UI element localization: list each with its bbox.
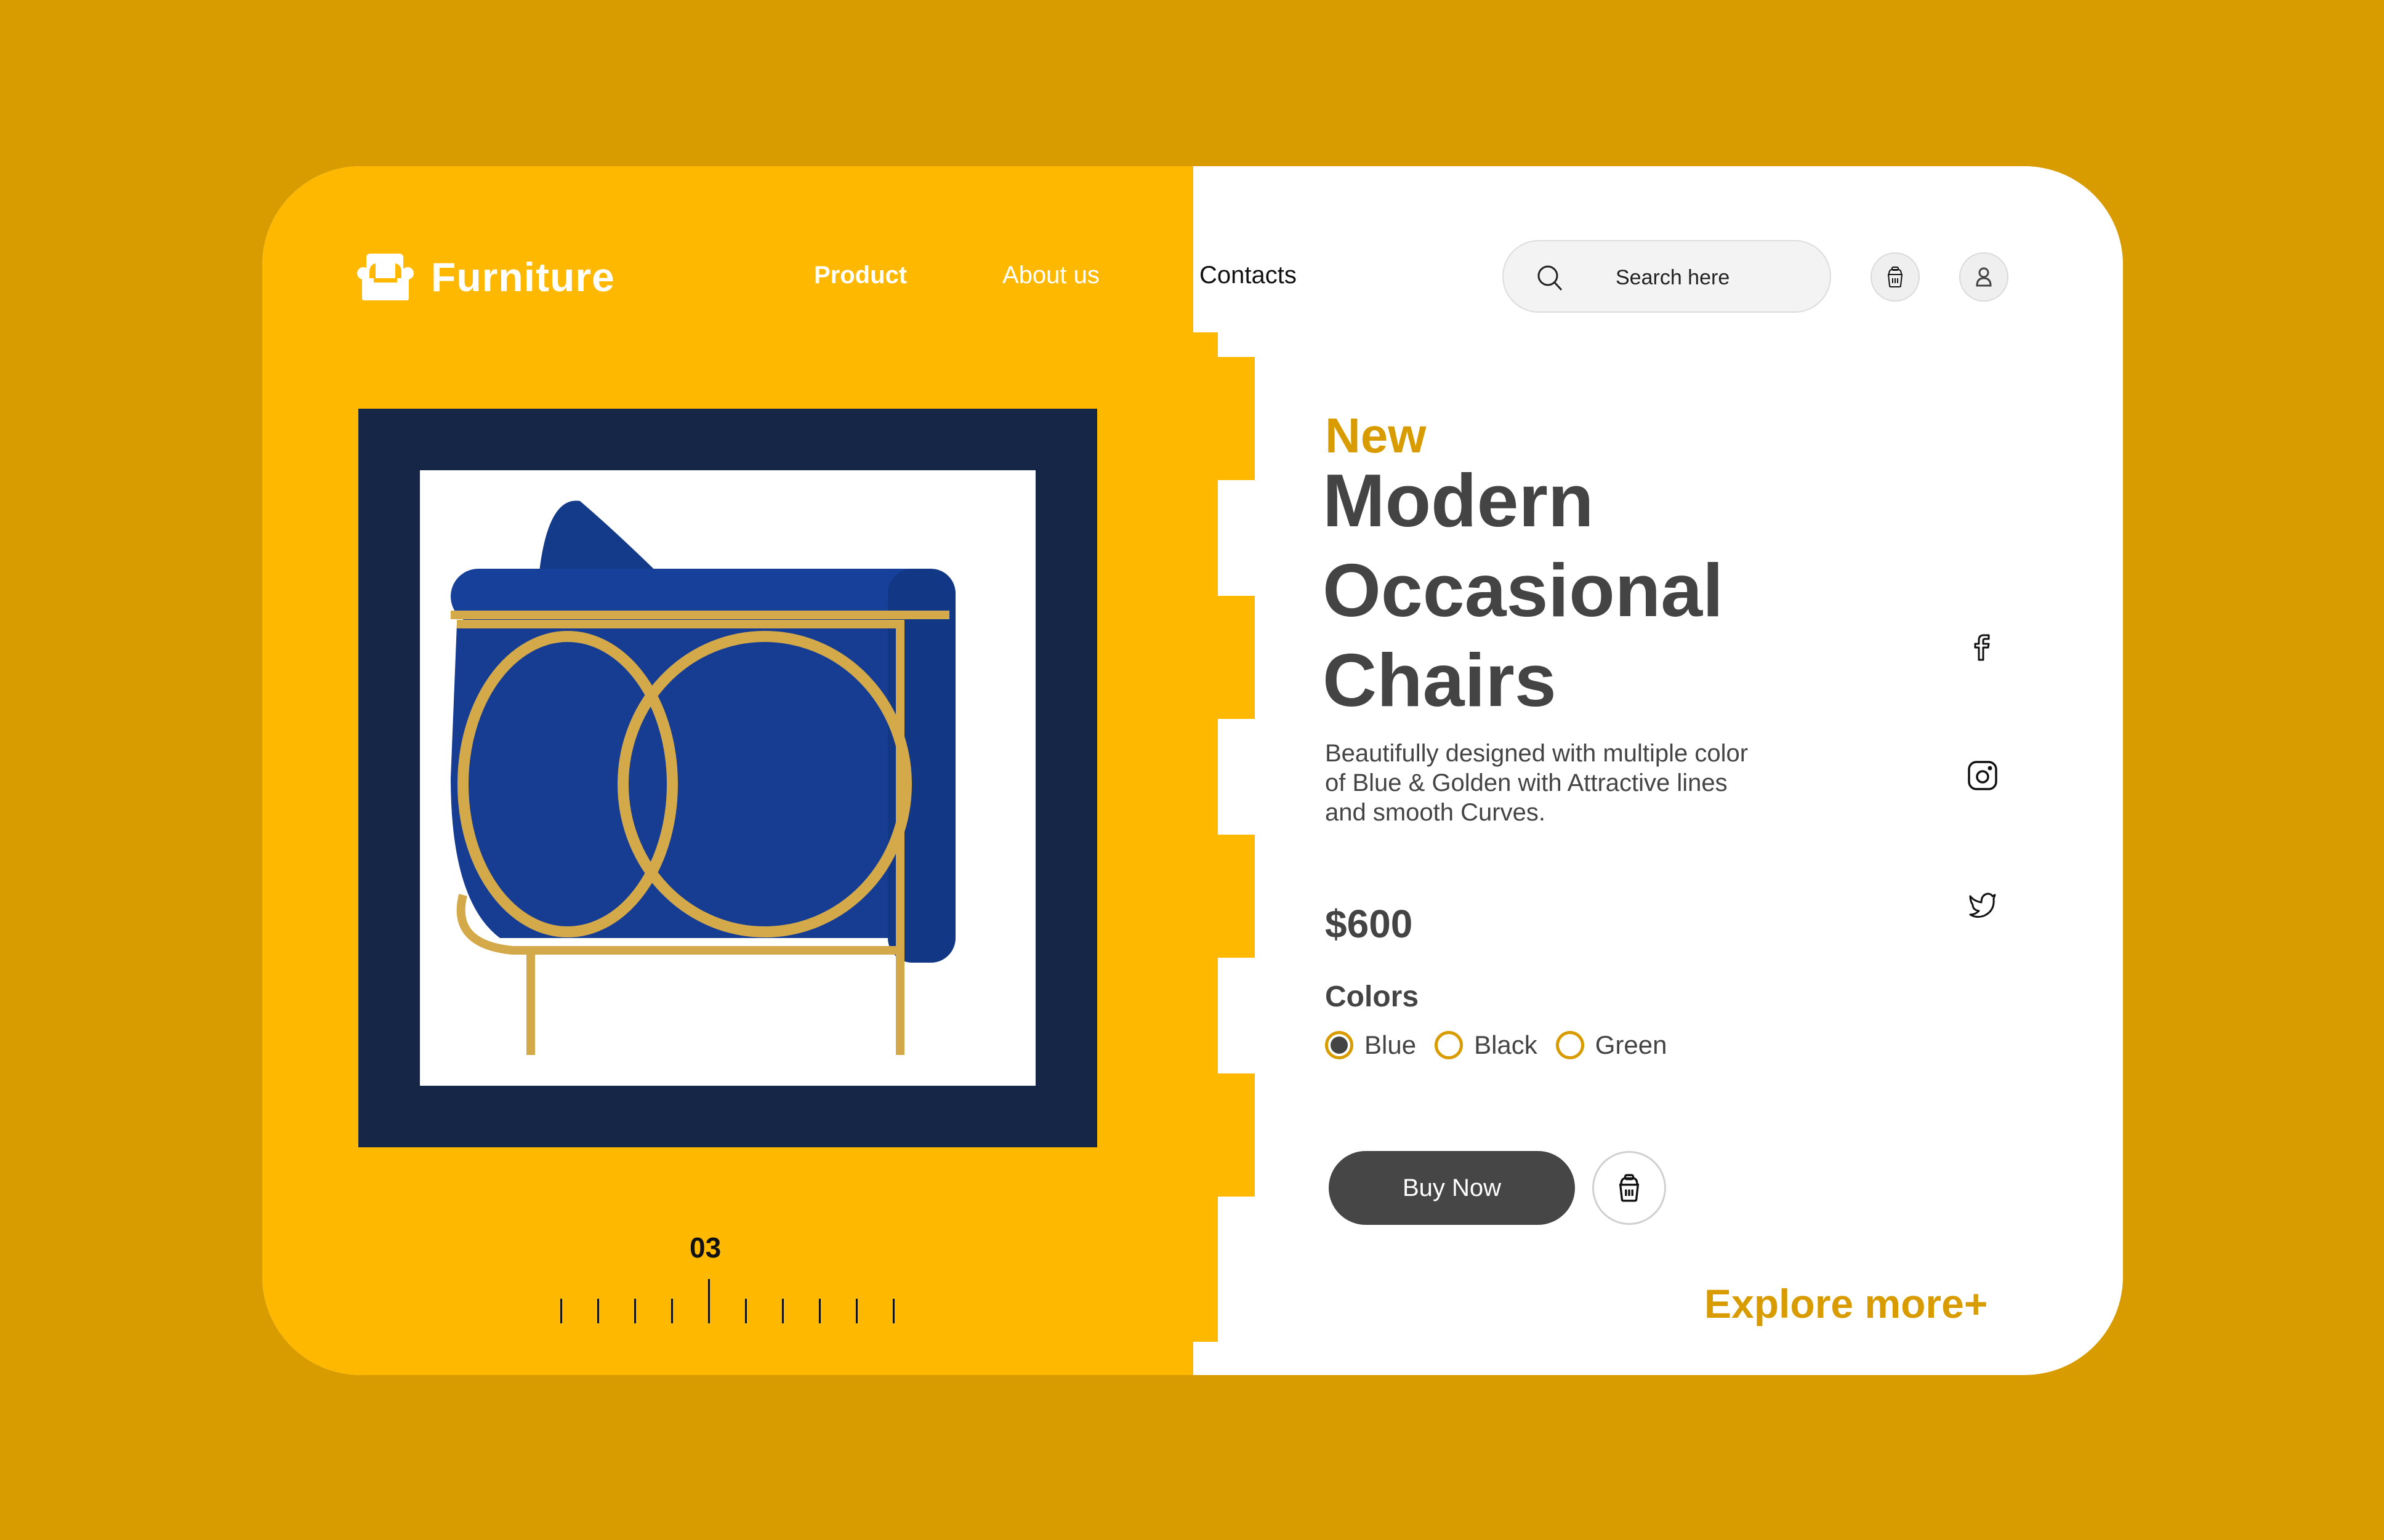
facebook-link[interactable] [1964, 629, 2001, 666]
nav-contacts[interactable]: Contacts [1199, 262, 1297, 289]
brand-name: Furniture [431, 254, 615, 300]
slide-tick[interactable] [671, 1299, 673, 1323]
instagram-icon [1968, 761, 1997, 790]
slide-tick[interactable] [745, 1299, 747, 1323]
radio-blue[interactable] [1325, 1031, 1353, 1059]
instagram-link[interactable] [1964, 757, 2001, 794]
product-image[interactable] [420, 470, 1036, 1086]
slide-number: 03 [690, 1232, 722, 1264]
slide-tick[interactable] [597, 1299, 599, 1323]
color-option-black[interactable]: Black [1435, 1030, 1537, 1060]
color-option-green[interactable]: Green [1555, 1030, 1667, 1060]
product-description: Beautifully designed with multiple color… [1325, 740, 1749, 826]
title-line: Modern [1323, 459, 1594, 542]
nav-about-us[interactable]: About us [1002, 262, 1100, 289]
color-label: Blue [1364, 1030, 1417, 1059]
hero-card: Furniture Product About us Contacts Sear… [262, 166, 2123, 1375]
profile-button[interactable] [1959, 252, 2008, 302]
title-line: Occasional [1323, 548, 1723, 632]
slide-tick[interactable] [634, 1299, 636, 1323]
decor-spine [1193, 332, 1218, 1342]
slide-tick[interactable] [560, 1299, 562, 1323]
color-label: Black [1474, 1030, 1537, 1059]
explore-more-link[interactable]: Explore more+ [1704, 1280, 1987, 1327]
product-image-frame [358, 409, 1097, 1147]
product-title: Modern Occasional Chairs [1323, 455, 1723, 725]
armchair-photo [451, 500, 956, 1055]
color-options: Blue Black Green [1325, 1030, 1686, 1060]
search-input[interactable] [1614, 260, 1814, 295]
search-bar[interactable] [1502, 240, 1831, 313]
armchair-icon [357, 254, 414, 300]
color-label: Green [1595, 1030, 1667, 1059]
radio-selected-dot [1331, 1037, 1348, 1054]
color-option-blue[interactable]: Blue [1325, 1030, 1416, 1060]
product-price: $600 [1325, 902, 1413, 946]
cart-button[interactable] [1871, 252, 1920, 302]
nav-product[interactable]: Product [814, 262, 907, 289]
buy-now-button[interactable]: Buy Now [1329, 1151, 1575, 1225]
basket-icon [1619, 1174, 1640, 1202]
search-icon [1537, 265, 1563, 291]
twitter-icon [1969, 892, 1996, 918]
facebook-icon [1974, 634, 1990, 661]
basket-icon [1887, 267, 1903, 287]
slide-tick[interactable] [856, 1299, 858, 1323]
add-to-cart-button[interactable] [1592, 1151, 1666, 1225]
colors-label: Colors [1325, 981, 1419, 1013]
slide-tick[interactable] [819, 1299, 821, 1323]
twitter-link[interactable] [1964, 886, 2001, 923]
radio-black[interactable] [1435, 1031, 1464, 1059]
radio-green[interactable] [1555, 1031, 1584, 1059]
slide-tick[interactable] [893, 1299, 895, 1323]
slide-tick-active[interactable] [708, 1279, 710, 1323]
slide-tick[interactable] [782, 1299, 784, 1323]
title-line: Chairs [1323, 638, 1556, 722]
brand-logo[interactable]: Furniture [357, 254, 615, 300]
slide-ticks[interactable] [560, 1274, 895, 1323]
user-icon [1976, 267, 1992, 287]
